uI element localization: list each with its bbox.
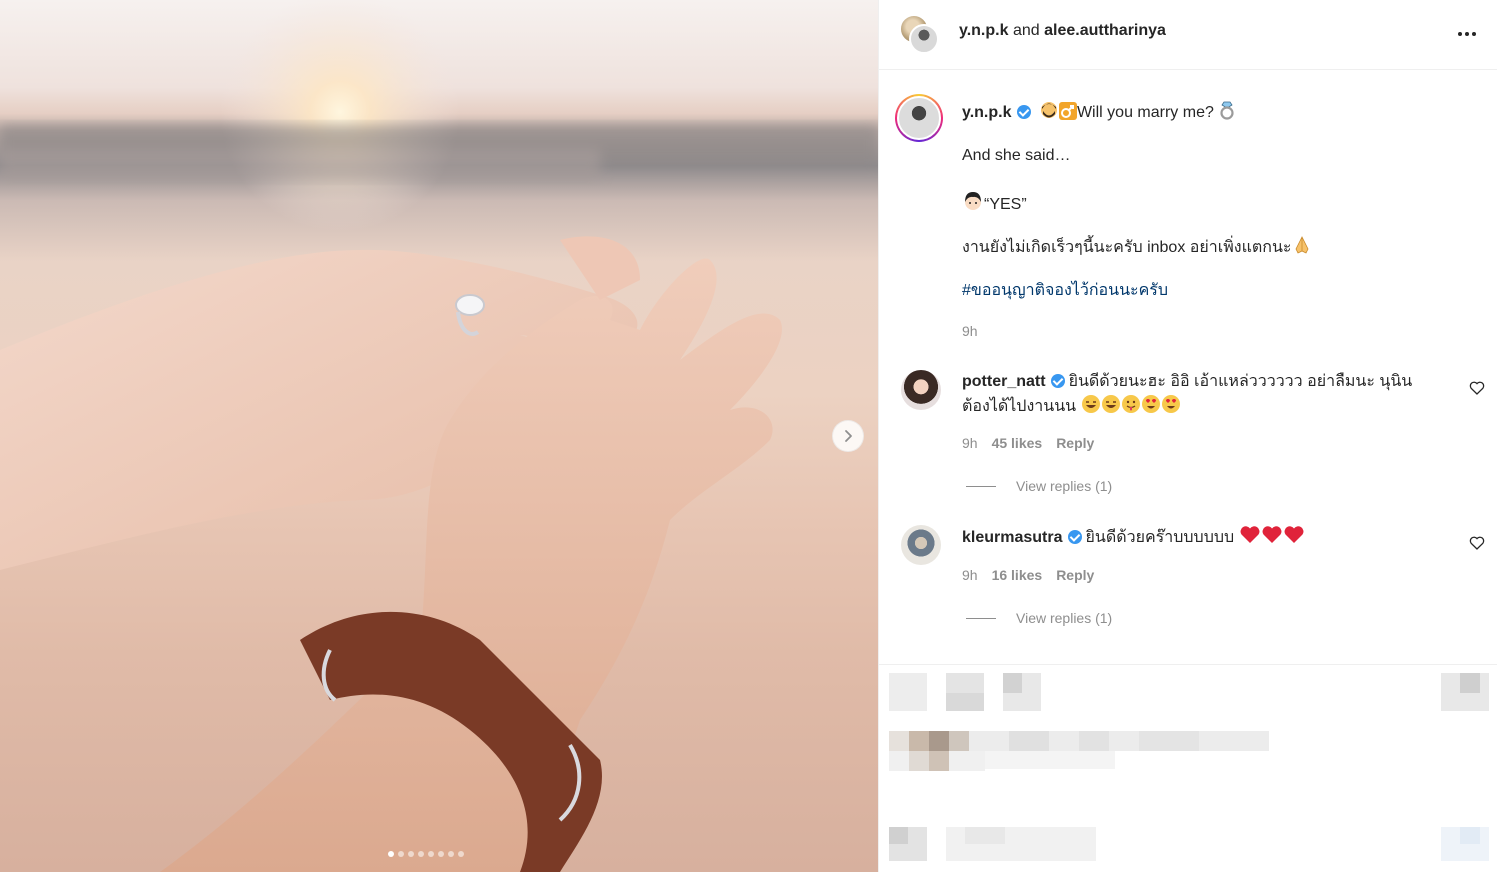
emoji-row bbox=[1239, 526, 1305, 546]
man-beard-emoji-icon bbox=[1040, 102, 1057, 118]
more-icon bbox=[1458, 32, 1476, 36]
next-slide-button[interactable] bbox=[832, 420, 864, 452]
grin-emoji-icon bbox=[1101, 395, 1120, 413]
comment-text: kleurmasutra ยินดีด้วยคร๊าบบบบบบ bbox=[962, 525, 1432, 550]
carousel-dot bbox=[398, 851, 404, 857]
divider bbox=[966, 617, 996, 619]
author-connector: and bbox=[1012, 22, 1040, 39]
red-heart-icon bbox=[1240, 526, 1260, 543]
verified-icon bbox=[1016, 105, 1031, 119]
carousel-dots bbox=[388, 851, 464, 857]
comment-reply-button[interactable]: Reply bbox=[1056, 567, 1094, 583]
like-comment-heart-icon[interactable] bbox=[1469, 535, 1485, 551]
comment-meta: 9h 16 likes Reply bbox=[962, 567, 1094, 583]
comment-reply-button[interactable]: Reply bbox=[1056, 435, 1094, 451]
red-heart-icon bbox=[1262, 526, 1282, 543]
post-photo[interactable] bbox=[0, 0, 878, 872]
view-replies-label: View replies (1) bbox=[1016, 478, 1113, 494]
verified-icon bbox=[1050, 374, 1065, 388]
carousel-dot bbox=[438, 851, 444, 857]
comment-username[interactable]: potter_natt bbox=[962, 373, 1046, 390]
caption-line-4c: อย่าเพิ่งแตกนะ bbox=[1189, 239, 1292, 256]
comment-text: potter_natt ยินดีด้วยนะฮะ อิอิ เอ้าแหล่วว… bbox=[962, 370, 1432, 419]
carousel-dot bbox=[428, 851, 434, 857]
comment-line-1: ยินดีด้วยคร๊าบบบบบบ bbox=[1085, 529, 1235, 546]
comment-username[interactable]: kleurmasutra bbox=[962, 529, 1063, 546]
heart-eyes-emoji-icon bbox=[1141, 395, 1160, 413]
view-replies-label: View replies (1) bbox=[1016, 610, 1113, 626]
comment-time[interactable]: 9h bbox=[962, 567, 978, 583]
caption-line-4b: inbox bbox=[1147, 239, 1186, 256]
avatar bbox=[897, 96, 941, 140]
heart-eyes-emoji-icon bbox=[1161, 395, 1180, 413]
post-sidebar: y.n.p.k and alee.auttharinya y.n.p.k Wil… bbox=[878, 0, 1497, 872]
post-authors: y.n.p.k and alee.auttharinya bbox=[959, 22, 1166, 40]
post-header: y.n.p.k and alee.auttharinya bbox=[879, 0, 1497, 70]
author-link-1[interactable]: y.n.p.k bbox=[959, 22, 1009, 39]
like-comment-heart-icon[interactable] bbox=[1469, 380, 1485, 396]
caption-avatar[interactable] bbox=[895, 94, 943, 142]
comment-meta: 9h 45 likes Reply bbox=[962, 435, 1094, 451]
comment-line-2: ต้องได้ไปงานนน bbox=[962, 398, 1077, 415]
avatar bbox=[909, 24, 939, 54]
emoji-row bbox=[1076, 395, 1180, 415]
male-sign-icon bbox=[1058, 102, 1077, 120]
red-heart-icon bbox=[1284, 526, 1304, 543]
view-replies-button[interactable]: View replies (1) bbox=[966, 610, 1112, 626]
grin-emoji-icon bbox=[1081, 395, 1100, 413]
carousel-dot bbox=[388, 851, 394, 857]
caption-username[interactable]: y.n.p.k bbox=[962, 104, 1012, 121]
caption-hashtag[interactable]: #ขออนุญาติจองไว้ก่อนนะครับ bbox=[962, 280, 1168, 302]
comment-likes[interactable]: 45 likes bbox=[992, 435, 1043, 451]
caption-line-3: “YES” bbox=[984, 196, 1027, 213]
comment-line-1: ยินดีด้วยนะฮะ อิอิ เอ้าแหล่วววววว อย่าลื… bbox=[1068, 373, 1413, 390]
author-link-2[interactable]: alee.auttharinya bbox=[1044, 22, 1166, 39]
comment-likes[interactable]: 16 likes bbox=[992, 567, 1043, 583]
caption-line-2: And she said… bbox=[962, 147, 1071, 164]
carousel-dot bbox=[408, 851, 414, 857]
view-replies-button[interactable]: View replies (1) bbox=[966, 478, 1112, 494]
carousel-dot bbox=[458, 851, 464, 857]
woman-emoji-icon bbox=[965, 192, 981, 210]
divider bbox=[966, 485, 996, 487]
comment-time[interactable]: 9h bbox=[962, 435, 978, 451]
photo-scene bbox=[0, 0, 878, 872]
pixelated-action-area bbox=[889, 673, 1489, 861]
carousel-dot bbox=[448, 851, 454, 857]
caption-line-4a: งานยังไม่เกิดเร็วๆนี้นะครับ bbox=[962, 239, 1143, 256]
comment-avatar[interactable] bbox=[901, 370, 941, 410]
caption-timestamp[interactable]: 9h bbox=[962, 320, 978, 342]
tongue-emoji-icon bbox=[1121, 395, 1140, 413]
chevron-right-icon bbox=[845, 430, 852, 442]
caption-line-1: Will you marry me? bbox=[1076, 104, 1214, 121]
pray-emoji-icon bbox=[1295, 236, 1308, 254]
comment-avatar[interactable] bbox=[901, 525, 941, 565]
collab-avatars[interactable] bbox=[899, 14, 943, 56]
more-options-button[interactable] bbox=[1455, 22, 1479, 46]
verified-icon bbox=[1067, 530, 1082, 544]
carousel-dot bbox=[418, 851, 424, 857]
ring-emoji-icon bbox=[1220, 101, 1234, 120]
